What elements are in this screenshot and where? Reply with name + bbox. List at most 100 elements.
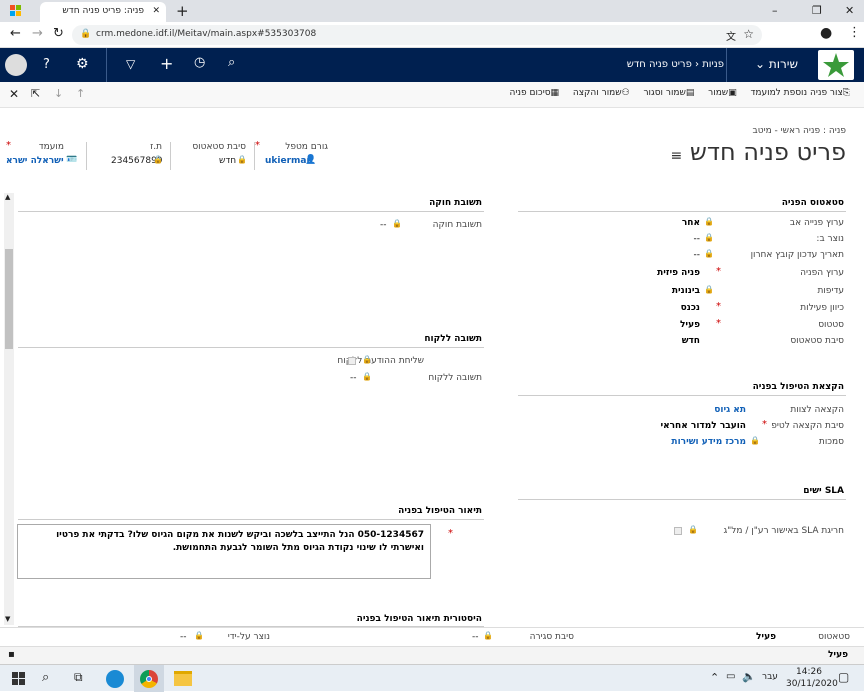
summary-icon: ▦: [550, 88, 560, 98]
breadcrumb-separator: ‹: [691, 59, 700, 70]
assign-row: הקצאה לצוות תא גיוס: [714, 405, 844, 415]
page-title: פריט פניה חדש ≡: [670, 138, 846, 166]
scroll-down-icon[interactable]: ▼: [5, 615, 10, 623]
footer-bar: סטאטוס פעיל סיבת סגירה 🔒 -- נוצר על-ידי …: [0, 627, 864, 646]
settings-gear-icon[interactable]: ⚙: [76, 56, 89, 72]
save-status-icon[interactable]: ▪: [8, 649, 15, 660]
lock-icon: 🔒: [483, 631, 493, 640]
start-button[interactable]: [12, 672, 26, 686]
status-row: סיבת סטאטוס חדש: [681, 336, 844, 346]
star-icon[interactable]: ☆: [743, 27, 754, 41]
close-form-icon[interactable]: ✕: [9, 87, 19, 101]
nav-section-link[interactable]: פניות: [702, 59, 724, 70]
lock-icon: 🔒: [704, 285, 714, 294]
chevron-up-icon[interactable]: ⌃: [710, 671, 719, 684]
create-another-button[interactable]: ⎘צור פניה נוספת למועמד: [750, 88, 850, 98]
app-menu[interactable]: שירות ⌄: [755, 57, 798, 71]
popout-icon[interactable]: ⇱: [31, 87, 40, 100]
new-tab-button[interactable]: +: [176, 2, 189, 20]
save-icon: ▣: [728, 88, 737, 98]
help-icon[interactable]: ?: [43, 57, 50, 72]
minimize-button[interactable]: –: [772, 4, 778, 17]
status-section-title: סטאטוס הפניה: [518, 198, 846, 212]
add-icon[interactable]: +: [160, 54, 173, 73]
header-fields: גורם מטפל * ukierman 👤 סיבת סטאטוס חדש 🔒…: [0, 140, 340, 172]
summary-button[interactable]: ▦סיכום פניה: [510, 88, 560, 98]
language-indicator[interactable]: עבר: [762, 672, 778, 682]
crm-nav-bar: ? ⚙ ▽ + ◷ ⌕ פניות ‹ פריט פניה חדש שירות …: [0, 48, 864, 82]
status-row: עדיפות 🔒 בינונית: [671, 285, 844, 296]
scroll-thumb[interactable]: [5, 249, 13, 349]
lock-icon: 🔒: [80, 29, 92, 39]
save-assign-icon: ⚇: [621, 88, 630, 98]
lock-icon: 🔒: [704, 249, 714, 258]
forward-arrow-icon[interactable]: →: [32, 26, 43, 41]
reload-icon[interactable]: ↻: [53, 26, 64, 41]
windows-logo-icon: [10, 5, 22, 17]
reply-section-title: תשובת חוקה: [18, 198, 484, 212]
form-menu-icon[interactable]: ≡: [670, 148, 682, 164]
tab-close-icon[interactable]: ✕: [152, 6, 160, 16]
window-close-button[interactable]: ✕: [845, 4, 854, 17]
left-scrollbar[interactable]: ▲ ▼: [4, 193, 14, 625]
browser-tab[interactable]: פניה: פריט פניה חדש ✕: [40, 2, 166, 22]
command-bar: ✕ ⇱ ↓ ↑ ⎘צור פניה נוספת למועמד ▣שמור ▤שמ…: [0, 82, 864, 108]
header-field-owner: גורם מטפל * ukierman 👤: [254, 140, 334, 170]
user-avatar[interactable]: [5, 54, 27, 76]
filter-icon[interactable]: ▽: [126, 57, 135, 71]
save-button[interactable]: ▣שמור: [708, 88, 737, 98]
client-row-reply: תשובה ללקוח 🔒 --: [350, 372, 482, 383]
history-section-title: היסטורית תיאור הטיפול בפניה: [18, 614, 484, 627]
search-icon[interactable]: ⌕: [228, 55, 235, 70]
clock-time: 14:26: [796, 667, 822, 677]
lock-icon: 🔒: [688, 525, 698, 534]
description-textarea[interactable]: 050-1234567 הנל התייצב בלשכה וביקש לשנות…: [17, 524, 431, 579]
lock-icon: 🔒: [362, 355, 372, 364]
status-section-rows: ערוץ פנייה אב 🔒 אחר נוצר ב: 🔒 -- תאריך ע…: [518, 214, 846, 348]
more-menu-icon[interactable]: ⋮: [848, 25, 861, 40]
copy-icon: ⎘: [842, 88, 850, 98]
windows-taskbar: ⌕ ⧉ ⌃ ▭ 🔈 עבר 14:26 30/11/2020 ▢: [0, 664, 864, 692]
edge-icon[interactable]: [106, 670, 124, 688]
send-notice-checkbox[interactable]: [348, 357, 356, 365]
save-close-button[interactable]: ▤שמור וסגור: [643, 88, 694, 98]
lock-icon: 🔒: [153, 155, 163, 164]
notification-icon[interactable]: ▢: [838, 670, 849, 684]
browser-tab-strip: פניה: פריט פניה חדש ✕ + – ❐ ✕: [0, 0, 864, 22]
maximize-button[interactable]: ❐: [812, 4, 822, 17]
volume-icon[interactable]: 🔈: [742, 670, 756, 683]
sla-checkbox[interactable]: [674, 527, 682, 535]
status-row: תאריך עדכון קובץ אחרון 🔒 --: [693, 249, 845, 260]
url-text: crm.medone.idf.il/Meitav/main.aspx#53530…: [96, 29, 317, 39]
chrome-icon[interactable]: [134, 665, 164, 692]
network-icon[interactable]: ▭: [726, 671, 735, 682]
nav-record-link[interactable]: פריט פניה חדש: [627, 59, 692, 70]
save-assign-button[interactable]: ⚇שמור והקצה: [573, 88, 630, 98]
file-explorer-icon[interactable]: [174, 671, 192, 686]
header-field-id: ת.ז 234567899 🔒: [86, 142, 166, 170]
candidate-link[interactable]: ישראלה ישרא: [6, 156, 64, 166]
status-row: נוצר ב: 🔒 --: [693, 233, 845, 244]
history-icon[interactable]: ◷: [194, 55, 205, 70]
app-logo: [818, 50, 854, 80]
profile-icon[interactable]: ●: [820, 25, 832, 41]
header-field-candidate: * מועמד ישראלה ישרא 🪪: [6, 140, 78, 166]
assign-section-title: הקצאת הטיפול בפניה: [518, 382, 846, 396]
down-arrow-icon[interactable]: ↓: [54, 87, 63, 100]
description-section-title: תיאור הטיפול בפניה: [18, 506, 484, 520]
url-field[interactable]: 🔒 crm.medone.idf.il/Meitav/main.aspx#535…: [72, 25, 762, 45]
search-icon[interactable]: ⌕: [42, 670, 49, 685]
task-view-icon[interactable]: ⧉: [74, 670, 83, 685]
sla-row: חריגת SLA באישור רע"ן / מל"ג 🔒: [518, 524, 846, 540]
translate-icon[interactable]: 文: [726, 28, 736, 43]
clock-date: 30/11/2020: [786, 679, 838, 689]
up-arrow-icon[interactable]: ↑: [76, 87, 85, 100]
assign-section-rows: הקצאה לצוות תא גיוס סיבת הקצאה לטיפ * הו…: [518, 400, 846, 450]
client-section-title: תשובה ללקוח: [18, 334, 484, 348]
command-buttons: ⎘צור פניה נוספת למועמד ▣שמור ▤שמור וסגור…: [510, 88, 850, 98]
lock-icon: 🔒: [392, 219, 402, 228]
scroll-up-icon[interactable]: ▲: [5, 193, 10, 201]
back-arrow-icon[interactable]: ←: [10, 26, 21, 41]
lock-icon: 🔒: [750, 436, 760, 445]
lock-icon: 🔒: [704, 233, 714, 242]
